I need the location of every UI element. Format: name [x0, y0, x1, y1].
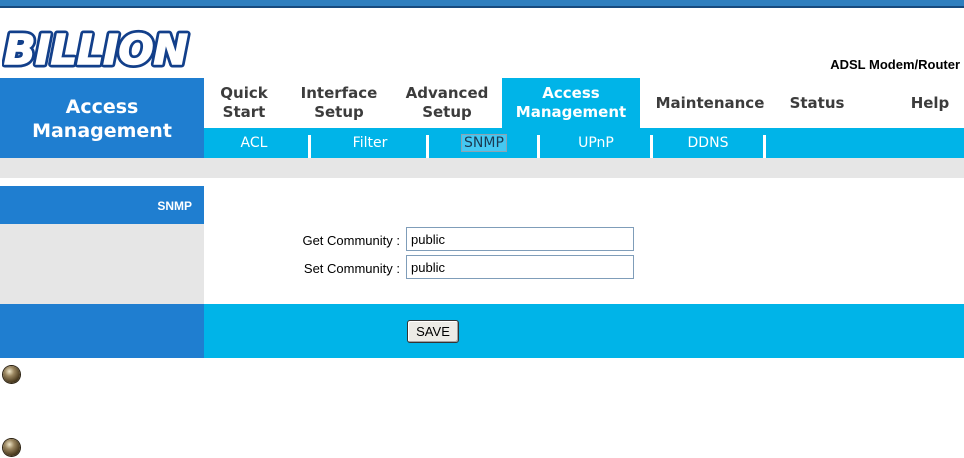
- subtab-filter[interactable]: Filter: [314, 128, 426, 158]
- sub-nav: ACL Filter SNMP UPnP DDNS: [204, 128, 964, 158]
- nav-help[interactable]: Help: [896, 78, 964, 128]
- sidebar-title-line2: Management: [32, 120, 172, 142]
- nav-label: Access: [542, 84, 600, 102]
- nav-label: Management: [515, 103, 627, 121]
- subtab-label: SNMP: [461, 134, 507, 152]
- nav-label: Maintenance: [655, 93, 765, 112]
- section-label-snmp: SNMP: [0, 186, 204, 224]
- subtab-divider: [763, 135, 766, 158]
- save-button[interactable]: SAVE: [407, 320, 459, 343]
- get-community-label: Get Community :: [302, 233, 400, 248]
- nav-label: Advanced: [405, 84, 489, 102]
- action-bar: SAVE: [0, 304, 964, 358]
- nav-maintenance[interactable]: Maintenance: [646, 78, 774, 128]
- nav-status[interactable]: Status: [778, 78, 856, 128]
- nav-label: Help: [910, 93, 950, 112]
- nav-interface-setup[interactable]: Interface Setup: [288, 78, 390, 128]
- subtab-label: DDNS: [687, 135, 729, 151]
- nav-quick-start[interactable]: Quick Start: [204, 78, 284, 128]
- nav-label: Status: [789, 93, 845, 112]
- billion-logo: BILLION BILLION BILLION: [2, 26, 191, 70]
- nav-access-management[interactable]: Access Management: [502, 78, 640, 128]
- top-accent-line: [0, 6, 964, 8]
- subtab-label: Filter: [352, 135, 388, 151]
- separator-band: [0, 158, 964, 186]
- bullet-icon: [3, 439, 20, 456]
- subtab-divider: [426, 135, 429, 158]
- main-nav: Quick Start Interface Setup Advanced Setup …: [204, 78, 964, 128]
- nav-label: Start: [222, 103, 266, 121]
- product-name: ADSL Modem/Router: [830, 57, 960, 72]
- section-sidebar-panel: [0, 224, 204, 304]
- get-community-input[interactable]: [406, 227, 634, 251]
- subtab-divider: [308, 135, 311, 158]
- separator-gap: [0, 178, 964, 186]
- subtab-divider: [537, 135, 540, 158]
- sidebar-title-line1: Access: [65, 96, 139, 118]
- subtab-upnp[interactable]: UPnP: [544, 128, 648, 158]
- subtab-label: ACL: [240, 135, 268, 151]
- subtab-snmp[interactable]: SNMP: [432, 128, 536, 158]
- subtab-label: UPnP: [578, 135, 614, 151]
- subtab-ddns[interactable]: DDNS: [656, 128, 760, 158]
- sidebar-title: Access Management: [0, 78, 204, 158]
- nav-label: Interface: [300, 84, 378, 102]
- subtab-divider: [650, 135, 653, 158]
- action-bar-sidebar: [0, 304, 204, 358]
- bullet-icon: [3, 366, 20, 383]
- set-community-input[interactable]: [406, 255, 634, 279]
- subtab-acl[interactable]: ACL: [204, 128, 304, 158]
- nav-label: Setup: [422, 103, 472, 121]
- nav-label: Quick: [220, 84, 268, 102]
- nav-label: Setup: [314, 103, 364, 121]
- nav-advanced-setup[interactable]: Advanced Setup: [396, 78, 498, 128]
- set-community-label: Set Community :: [303, 261, 400, 276]
